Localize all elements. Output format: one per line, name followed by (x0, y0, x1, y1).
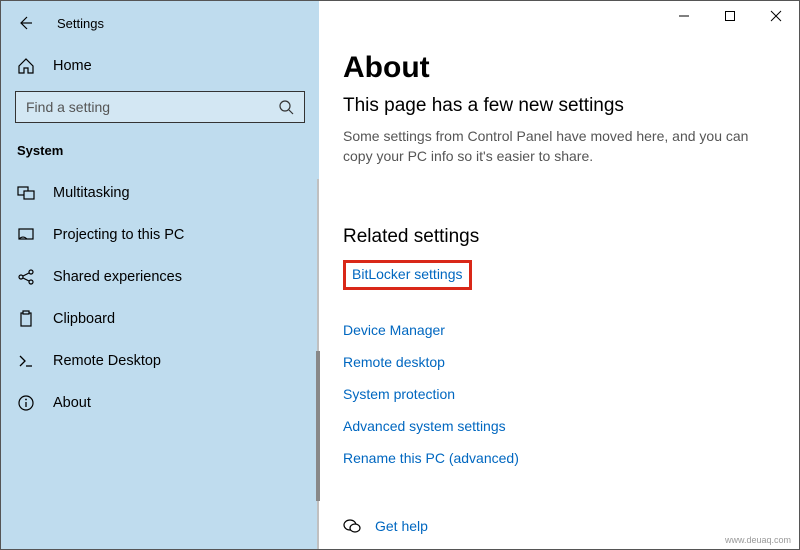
sidebar-item-label: Projecting to this PC (53, 227, 184, 243)
get-help-link[interactable]: Get help (375, 518, 428, 534)
page-title: About (343, 51, 775, 85)
page-subtitle: This page has a few new settings (343, 95, 775, 117)
sidebar-item-label: Multitasking (53, 185, 130, 201)
related-links: BitLocker settings Device Manager Remote… (343, 262, 775, 466)
page-description: Some settings from Control Panel have mo… (343, 127, 775, 166)
sidebar-item-projecting[interactable]: Projecting to this PC (1, 214, 319, 256)
content-area: About This page has a few new settings S… (319, 1, 799, 466)
header-row: Settings (1, 1, 319, 41)
maximize-button[interactable] (707, 1, 753, 31)
projecting-icon (17, 226, 35, 244)
search-input[interactable] (26, 99, 278, 115)
section-label: System (1, 137, 319, 172)
close-button[interactable] (753, 1, 799, 31)
highlight-box: BitLocker settings (343, 260, 472, 290)
search-box[interactable] (15, 91, 305, 123)
get-help-row[interactable]: Get help (343, 517, 428, 535)
sidebar-item-label: Shared experiences (53, 269, 182, 285)
link-bitlocker-settings[interactable]: BitLocker settings (352, 266, 463, 282)
home-nav[interactable]: Home (1, 49, 319, 83)
multitasking-icon (17, 184, 35, 202)
link-rename-this-pc[interactable]: Rename this PC (advanced) (343, 450, 519, 466)
sidebar-item-clipboard[interactable]: Clipboard (1, 298, 319, 340)
help-icon (343, 517, 361, 535)
clipboard-icon (17, 310, 35, 328)
home-icon (17, 57, 35, 75)
sidebar-item-remote-desktop[interactable]: Remote Desktop (1, 340, 319, 382)
remote-desktop-icon (17, 352, 35, 370)
settings-label: Settings (57, 16, 104, 31)
watermark: www.deuaq.com (725, 535, 791, 545)
sidebar-item-label: Remote Desktop (53, 353, 161, 369)
link-remote-desktop[interactable]: Remote desktop (343, 354, 445, 370)
sidebar-item-shared-experiences[interactable]: Shared experiences (1, 256, 319, 298)
main-content: About This page has a few new settings S… (319, 1, 799, 549)
search-icon (278, 99, 294, 115)
shared-experiences-icon (17, 268, 35, 286)
sidebar-item-multitasking[interactable]: Multitasking (1, 172, 319, 214)
related-settings-title: Related settings (343, 226, 775, 248)
about-icon (17, 394, 35, 412)
window-controls (661, 1, 799, 31)
minimize-button[interactable] (661, 1, 707, 31)
link-system-protection[interactable]: System protection (343, 386, 455, 402)
sidebar-item-label: About (53, 395, 91, 411)
link-advanced-system-settings[interactable]: Advanced system settings (343, 418, 506, 434)
home-label: Home (53, 58, 92, 74)
back-icon[interactable] (17, 15, 33, 31)
sidebar: Settings Home System Multitasking Projec… (1, 1, 319, 549)
sidebar-item-label: Clipboard (53, 311, 115, 327)
link-device-manager[interactable]: Device Manager (343, 322, 445, 338)
sidebar-item-about[interactable]: About (1, 382, 319, 424)
